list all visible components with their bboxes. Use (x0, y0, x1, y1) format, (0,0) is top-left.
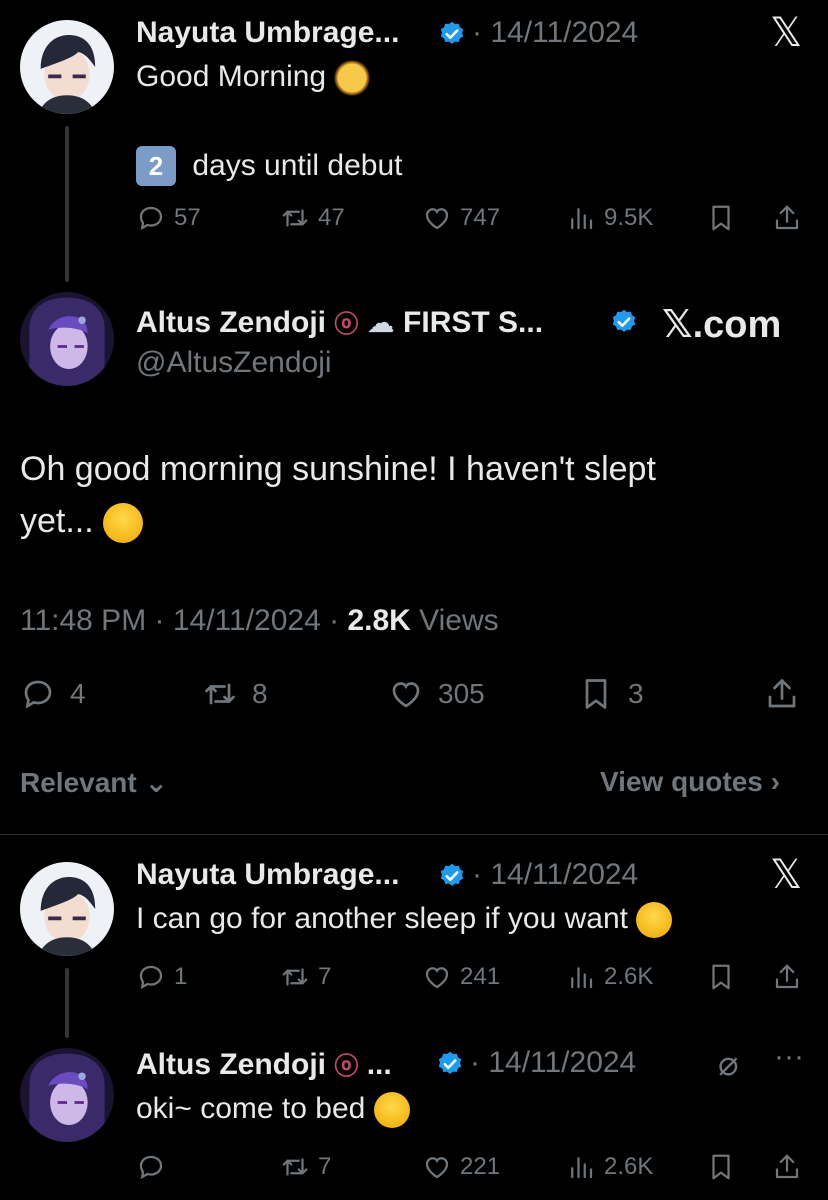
sort-relevant-dropdown[interactable]: Relevant ⌄ (20, 766, 168, 799)
verified-icon (610, 308, 638, 336)
thread-line (65, 126, 69, 282)
post-timestamp[interactable]: 11:48 PM · 14/11/2024 · 2.8K Views (20, 604, 499, 638)
repost-button[interactable]: 7 (280, 1152, 331, 1182)
author-handle[interactable]: @AltusZendoji (136, 346, 332, 380)
bookmark-button[interactable]: 3 (578, 676, 644, 712)
author-name[interactable]: Nayuta Umbrage... (136, 858, 399, 892)
share-button[interactable] (772, 203, 802, 233)
x-logo-icon: 𝕏 (770, 852, 803, 898)
views-button[interactable]: 2.6K (566, 962, 653, 992)
like-button[interactable]: 305 (388, 676, 485, 712)
x-logo-icon: 𝕏 (770, 10, 803, 56)
prayer-beads-emoji-icon: ⓞ (334, 311, 359, 338)
verified-icon (438, 862, 466, 890)
repost-button[interactable]: 8 (202, 676, 268, 712)
bookmark-button[interactable] (706, 203, 736, 233)
post-date[interactable]: · 14/11/2024 (470, 1046, 636, 1080)
reply-button[interactable]: 1 (136, 962, 187, 992)
winking-emoji-icon (373, 1092, 410, 1129)
like-button[interactable]: 221 (422, 1152, 500, 1182)
view-quotes-link[interactable]: View quotes › (600, 766, 780, 798)
reply-text: oki~ come to bed (136, 1092, 410, 1129)
share-button[interactable] (764, 676, 800, 712)
verified-icon (436, 1050, 464, 1078)
kissing-emoji-icon (636, 902, 673, 939)
reply-button[interactable]: 57 (136, 203, 201, 233)
avatar-nayuta[interactable] (20, 20, 114, 114)
avatar-altus[interactable] (20, 292, 114, 386)
like-button[interactable]: 747 (422, 203, 500, 233)
grok-icon[interactable]: ⌀ (718, 1044, 738, 1084)
chevron-down-icon: ⌄ (144, 767, 168, 798)
bookmark-button[interactable] (706, 1152, 736, 1182)
author-name[interactable]: Altus Zendoji ⓞ ☁ FIRST S... (136, 304, 543, 340)
share-button[interactable] (772, 962, 802, 992)
share-button[interactable] (772, 1152, 802, 1182)
post-date[interactable]: · 14/11/2024 (472, 16, 638, 50)
main-text-line2: yet... (20, 502, 144, 544)
prayer-beads-emoji-icon: ⓞ (334, 1053, 359, 1080)
thread-line (65, 968, 69, 1038)
author-name[interactable]: Nayuta Umbrage... (136, 16, 399, 50)
author-name[interactable]: Altus Zendoji ⓞ ... (136, 1046, 392, 1082)
post-text-line2: 2 days until debut (136, 146, 403, 186)
reply-button[interactable] (136, 1152, 166, 1182)
grinning-emoji-icon (103, 503, 144, 544)
keycap-two-badge: 2 (136, 146, 176, 186)
x-com-brand: 𝕏.com (662, 304, 782, 346)
divider (0, 834, 828, 835)
post-date[interactable]: · 14/11/2024 (472, 858, 638, 892)
views-button[interactable]: 9.5K (566, 203, 653, 233)
bookmark-button[interactable] (706, 962, 736, 992)
main-text-line1: Oh good morning sunshine! I haven't slep… (20, 450, 656, 488)
reply-button[interactable]: 4 (20, 676, 86, 712)
post-text-line1: Good Morning (136, 60, 371, 97)
storm-cloud-emoji-icon: ☁ (366, 307, 395, 338)
repost-button[interactable]: 7 (280, 962, 331, 992)
repost-button[interactable]: 47 (280, 203, 345, 233)
avatar-altus[interactable] (20, 1048, 114, 1142)
views-button[interactable]: 2.6K (566, 1152, 653, 1182)
avatar-nayuta[interactable] (20, 862, 114, 956)
more-options-icon[interactable]: ··· (774, 1040, 804, 1074)
sun-emoji-icon (334, 60, 371, 97)
reply-text: I can go for another sleep if you want (136, 902, 673, 939)
verified-icon (438, 20, 466, 48)
like-button[interactable]: 241 (422, 962, 500, 992)
chevron-right-icon: › (770, 766, 780, 797)
